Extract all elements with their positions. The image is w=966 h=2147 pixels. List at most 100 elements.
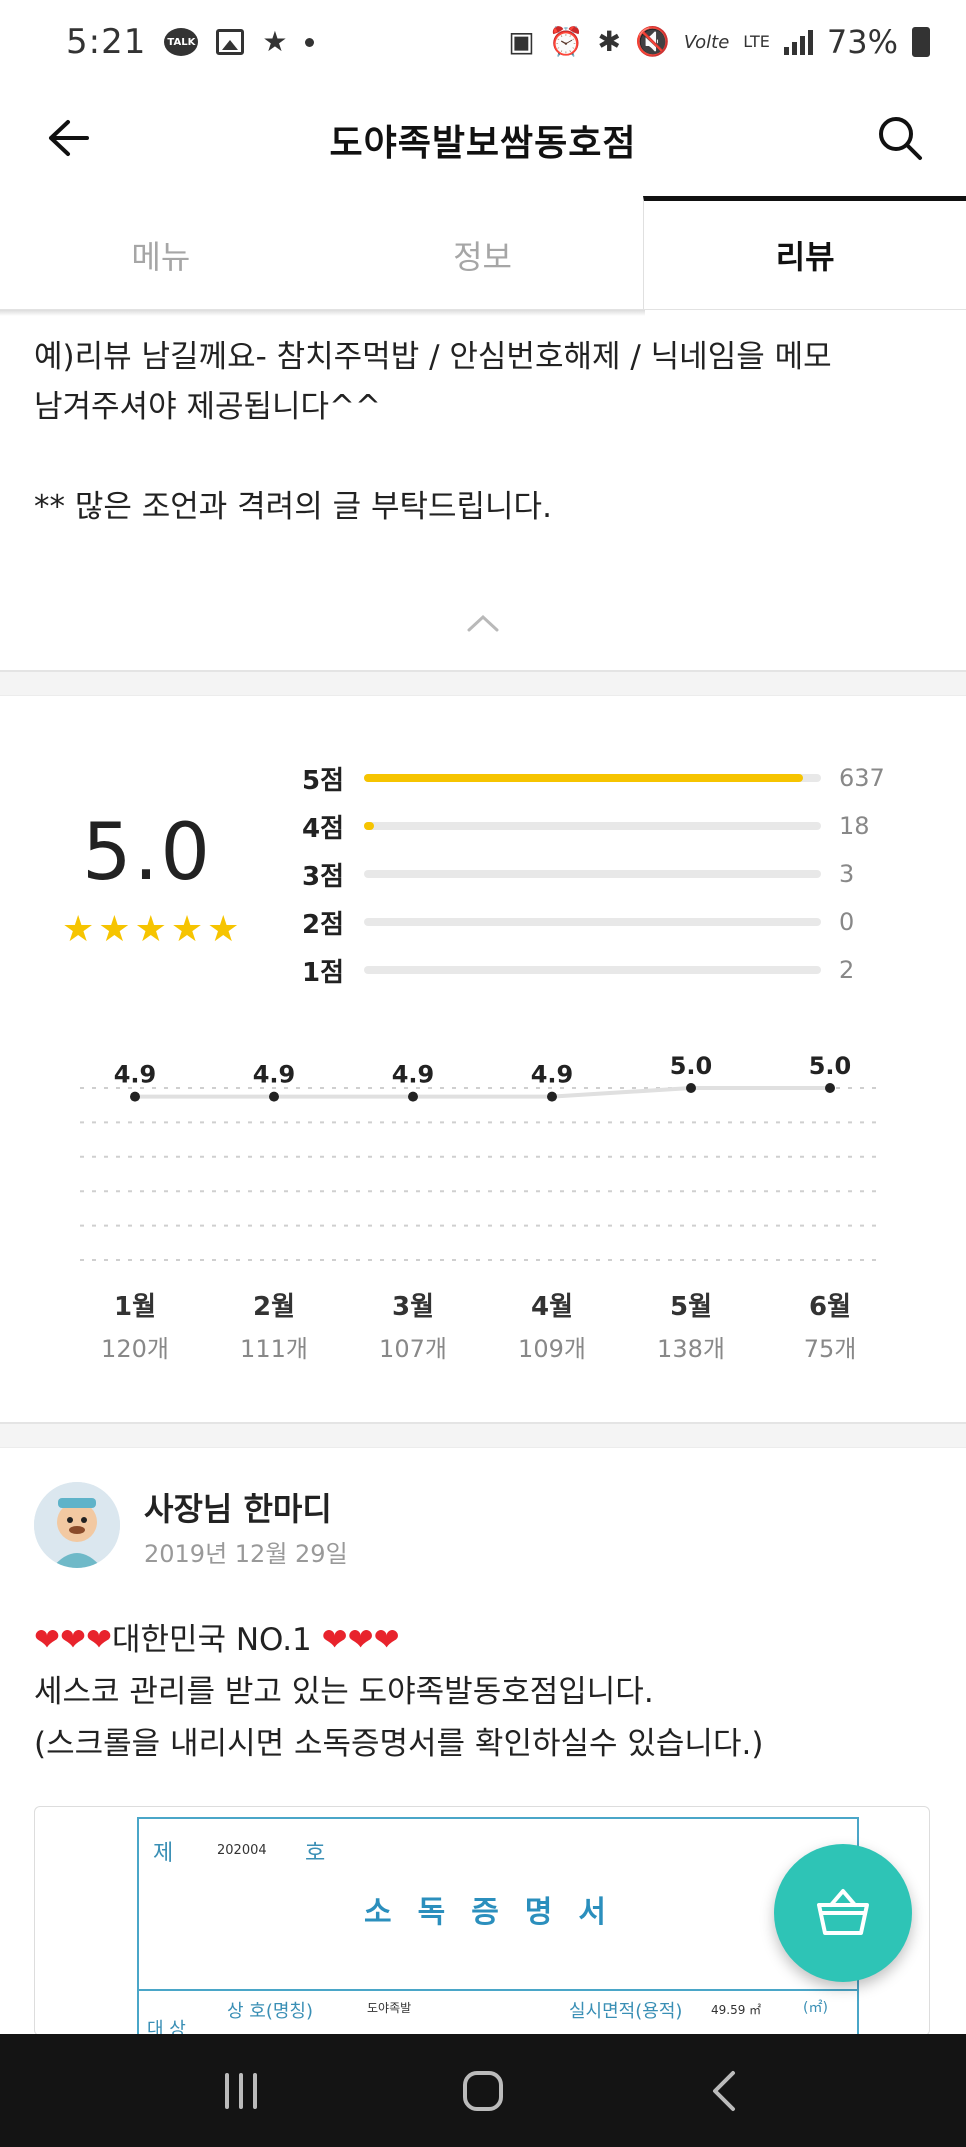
- certificate-title: 소독증명서: [364, 1895, 632, 1930]
- rating-stars: ★ ★ ★ ★ ★: [62, 912, 239, 948]
- star-icon: ★: [98, 909, 131, 950]
- rating-row-count: 2: [839, 956, 855, 984]
- hearts-left: ❤❤❤: [34, 1622, 112, 1658]
- owner-line-1-text: 대한민국 NO.1: [111, 1622, 312, 1658]
- rating-row-label: 5점: [302, 765, 345, 796]
- certificate-frame: 제 202004 호 소독증명서 대 상 상 호(명칭) 도야족발 실시면적(용…: [137, 1817, 859, 2035]
- hearts-right: ❤❤❤: [321, 1622, 400, 1658]
- tab-menu[interactable]: 메뉴: [0, 196, 322, 309]
- data-point: [269, 1091, 279, 1102]
- month-label: 6월 75개: [780, 1286, 880, 1364]
- chevron-up-icon: [467, 614, 499, 632]
- notice-line-3: ** 많은 조언과 격려의 글 부탁드립니다.: [34, 489, 552, 525]
- rating-bar-track: [364, 822, 821, 830]
- review-count-label: 75개: [803, 1335, 857, 1363]
- review-notice: 예)리뷰 남길께요- 참치주먹밥 / 안심번호해제 / 닉네임을 메모 남겨주셔…: [34, 316, 934, 532]
- battery-percent: 73%: [826, 23, 898, 61]
- battery-saver-icon: ▣: [508, 25, 535, 58]
- alarm-icon: ⏰: [548, 25, 584, 58]
- notice-line-2: 남겨주셔야 제공됩니다^^: [34, 389, 382, 425]
- cert-side-label: 대 상: [147, 2019, 186, 2036]
- rating-bar-track: [364, 918, 821, 926]
- data-point: [408, 1091, 418, 1102]
- notice-line-1: 예)리뷰 남길께요- 참치주먹밥 / 안심번호해제 / 닉네임을 메모: [34, 339, 832, 375]
- rating-row-count: 637: [839, 764, 885, 792]
- rating-bar-track: [364, 966, 821, 974]
- collapse-button[interactable]: [463, 608, 503, 638]
- month-label: 5월 138개: [641, 1286, 741, 1364]
- owner-name: 사장님 한마디: [144, 1490, 332, 1528]
- owner-comment: ❤❤❤대한민국 NO.1 ❤❤❤ 세스코 관리를 받고 있는 도야족발동호점입니…: [34, 1614, 934, 1770]
- tab-bar: 메뉴 정보 리뷰: [0, 196, 966, 310]
- review-count-label: 138개: [657, 1335, 725, 1363]
- section-divider-2: [0, 1422, 966, 1448]
- tick-label: 5월: [669, 1292, 712, 1322]
- recent-apps-button[interactable]: [201, 2051, 281, 2131]
- star-icon: ★: [62, 909, 95, 950]
- status-left: 5:21 TALK ★: [66, 22, 315, 62]
- data-point: [547, 1091, 557, 1102]
- rating-row-label: 4점: [302, 813, 345, 844]
- app-header: 도야족발보쌈동호점: [0, 84, 966, 196]
- lte-indicator: LTE: [743, 32, 770, 51]
- signal-icon: [783, 29, 813, 55]
- mute-icon: 🔇: [635, 25, 670, 58]
- cert-name-value: 도야족발: [367, 2001, 412, 2015]
- section-divider: [0, 670, 966, 696]
- cert-no-suffix: 호: [305, 1841, 326, 1866]
- chevron-left-icon: [713, 2070, 735, 2111]
- rating-bar-track: [364, 870, 821, 878]
- tab-info[interactable]: 정보: [322, 196, 644, 309]
- review-count-label: 109개: [518, 1335, 586, 1363]
- tick-label: 4월: [530, 1292, 573, 1322]
- home-icon: [463, 2070, 503, 2111]
- tick-label: 6월: [808, 1292, 851, 1322]
- star-icon: ★: [262, 25, 288, 58]
- cert-area-value: 49.59 ㎡: [711, 2003, 762, 2017]
- star-icon: ★: [134, 909, 167, 950]
- status-right: ▣ ⏰ ✱ 🔇 Volte LTE 73%: [508, 23, 930, 61]
- data-label: 4.9: [253, 1061, 296, 1089]
- cert-unit: (㎡): [803, 2000, 828, 2016]
- status-time: 5:21: [66, 22, 147, 62]
- rating-row-count: 0: [839, 908, 855, 936]
- status-bar: 5:21 TALK ★ ▣ ⏰ ✱ 🔇 Volte LTE 73%: [0, 0, 966, 84]
- data-label: 4.9: [392, 1061, 435, 1089]
- owner-line-3: (스크롤을 내리시면 소독증명서를 확인하실수 있습니다.): [34, 1726, 764, 1762]
- kakaotalk-icon: TALK: [164, 28, 199, 56]
- rating-bar-fill: [364, 822, 374, 830]
- series-line: [135, 1086, 830, 1099]
- average-rating: 5.0: [81, 808, 213, 898]
- month-label: 1월 120개: [85, 1286, 185, 1364]
- rating-row-label: 1점: [302, 957, 345, 988]
- notice-clipped-line: [34, 316, 934, 332]
- tab-reviews[interactable]: 리뷰: [643, 196, 966, 309]
- rating-row: 2점 0: [302, 898, 902, 946]
- back-button[interactable]: [40, 110, 96, 166]
- month-label: 2월 111개: [224, 1286, 324, 1364]
- rating-row-label: 3점: [302, 861, 345, 892]
- home-button[interactable]: [443, 2051, 523, 2131]
- cert-area-label: 실시면적(용적): [569, 2001, 683, 2022]
- rating-row: 1점 2: [302, 946, 902, 994]
- back-nav-button[interactable]: [685, 2051, 765, 2131]
- data-label: 5.0: [670, 1052, 713, 1080]
- data-point: [130, 1091, 140, 1102]
- cert-no-prefix: 제: [153, 1841, 174, 1866]
- rating-row: 5점 637: [302, 754, 902, 802]
- cart-button[interactable]: [774, 1844, 912, 1982]
- rating-distribution: 5점 637 4점 18 3점 3 2점 0 1점 2: [302, 754, 902, 994]
- volte-indicator: Volte: [683, 31, 730, 53]
- review-count-label: 120개: [101, 1335, 169, 1363]
- data-point: [686, 1083, 696, 1093]
- battery-icon: [912, 27, 930, 57]
- gallery-icon: [216, 29, 245, 55]
- owner-date: 2019년 12월 29일: [144, 1540, 348, 1568]
- owner-line-2: 세스코 관리를 받고 있는 도야족발동호점입니다.: [34, 1674, 654, 1710]
- certificate-row: 대 상 상 호(명칭) 도야족발 실시면적(용적) 49.59 ㎡ (㎡): [139, 1989, 859, 2035]
- tick-label: 1월: [113, 1292, 156, 1322]
- rating-summary: 5.0: [62, 808, 232, 898]
- month-label: 4월 109개: [502, 1286, 602, 1364]
- rating-trend-svg: 4.9 4.9 4.9 4.9 5.0 5.0: [80, 1052, 880, 1261]
- search-button[interactable]: [870, 108, 930, 168]
